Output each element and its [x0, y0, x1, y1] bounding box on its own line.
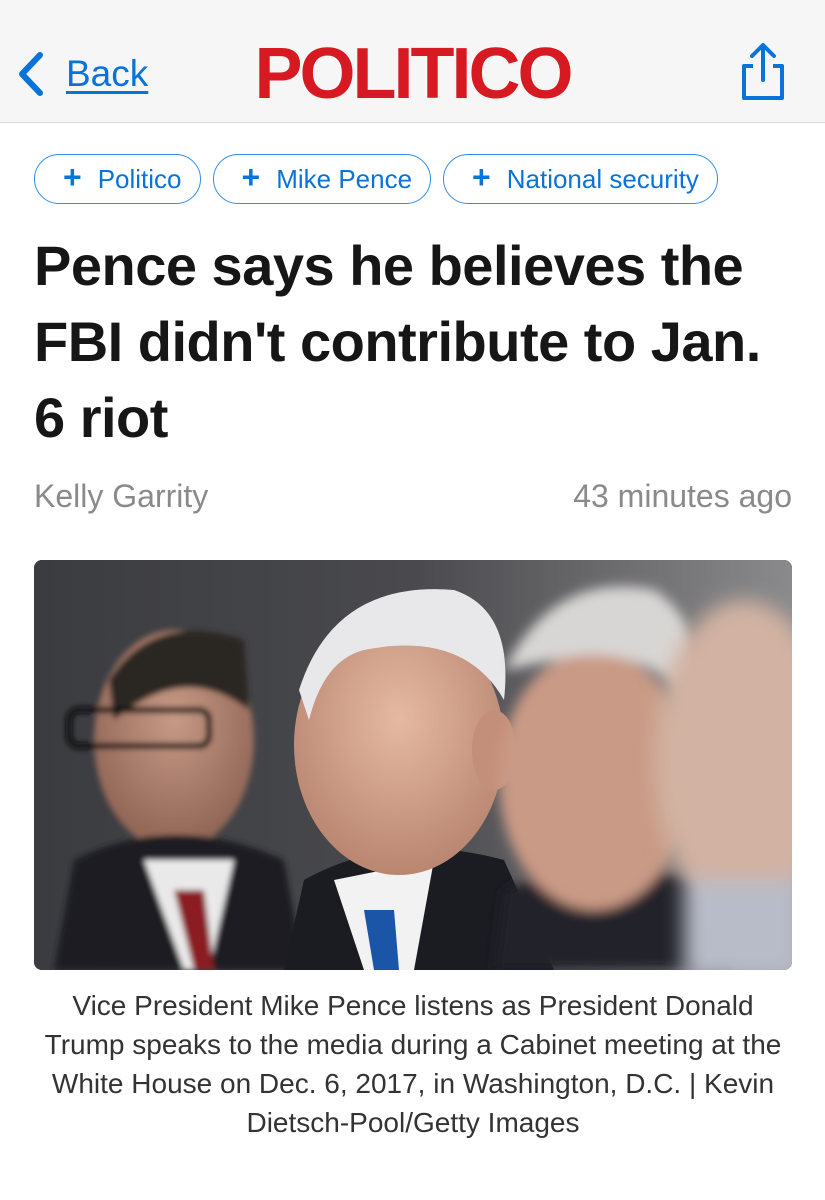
- share-button[interactable]: [736, 42, 790, 102]
- photo-caption: Vice President Mike Pence listens as Pre…: [44, 990, 782, 1138]
- tag-label: Politico: [97, 163, 182, 194]
- photo-illustration: [34, 560, 792, 970]
- tag-label: Mike Pence: [276, 163, 413, 194]
- tag-label: National security: [506, 163, 699, 194]
- article-photo[interactable]: [34, 560, 792, 970]
- tag-mike-pence[interactable]: + Mike Pence: [212, 154, 432, 204]
- plus-icon: +: [63, 159, 82, 195]
- top-nav-bar: Back POLITICO: [0, 0, 825, 123]
- plus-icon: +: [472, 159, 491, 195]
- plus-icon: +: [241, 159, 261, 195]
- topic-tags: + Politico + Mike Pence + National secur…: [34, 154, 718, 204]
- tag-politico[interactable]: + Politico: [34, 154, 201, 204]
- politico-logo: POLITICO: [254, 34, 574, 114]
- article-headline: Pence says he believes the FBI didn't co…: [34, 234, 761, 449]
- share-icon: [742, 43, 784, 100]
- author-name[interactable]: Kelly Garrity: [34, 478, 208, 515]
- tag-national-security[interactable]: + National security: [443, 154, 718, 204]
- timestamp: 43 minutes ago: [573, 478, 792, 514]
- article-meta: Kelly Garrity 43 minutes ago: [34, 478, 792, 515]
